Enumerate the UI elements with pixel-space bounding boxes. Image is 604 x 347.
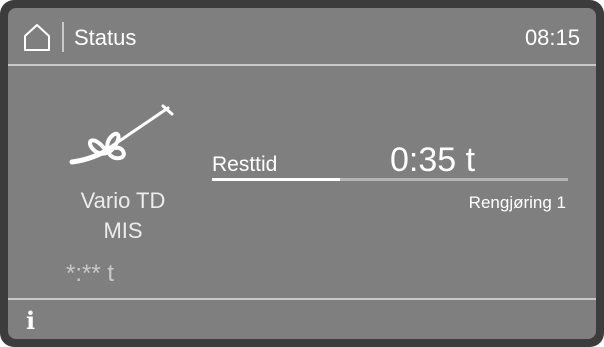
whisk-icon [69, 104, 174, 165]
display-screen: Status 08:15 Vario TD MIS *:** t Resttid… [8, 8, 596, 339]
footer-divider [8, 298, 596, 300]
clock: 08:15 [524, 25, 580, 50]
remaining-time-value: 0:35 t [390, 141, 476, 179]
info-icon[interactable]: i [26, 308, 48, 334]
program-time: *:** t [66, 260, 115, 287]
page-title: Status [74, 25, 137, 50]
remaining-time-label: Resttid [212, 153, 278, 176]
program-subtitle: MIS [103, 218, 143, 243]
program-name: Vario TD [80, 188, 166, 213]
status-header: Status 08:15 [8, 8, 596, 66]
progress-bar [212, 178, 568, 181]
display-bezel: Status 08:15 Vario TD MIS *:** t Resttid… [0, 0, 604, 347]
program-phase: Rengjøring 1 [468, 193, 566, 212]
home-icon[interactable] [22, 22, 52, 52]
header-divider [62, 22, 64, 52]
progress-bar-fill [212, 178, 341, 181]
